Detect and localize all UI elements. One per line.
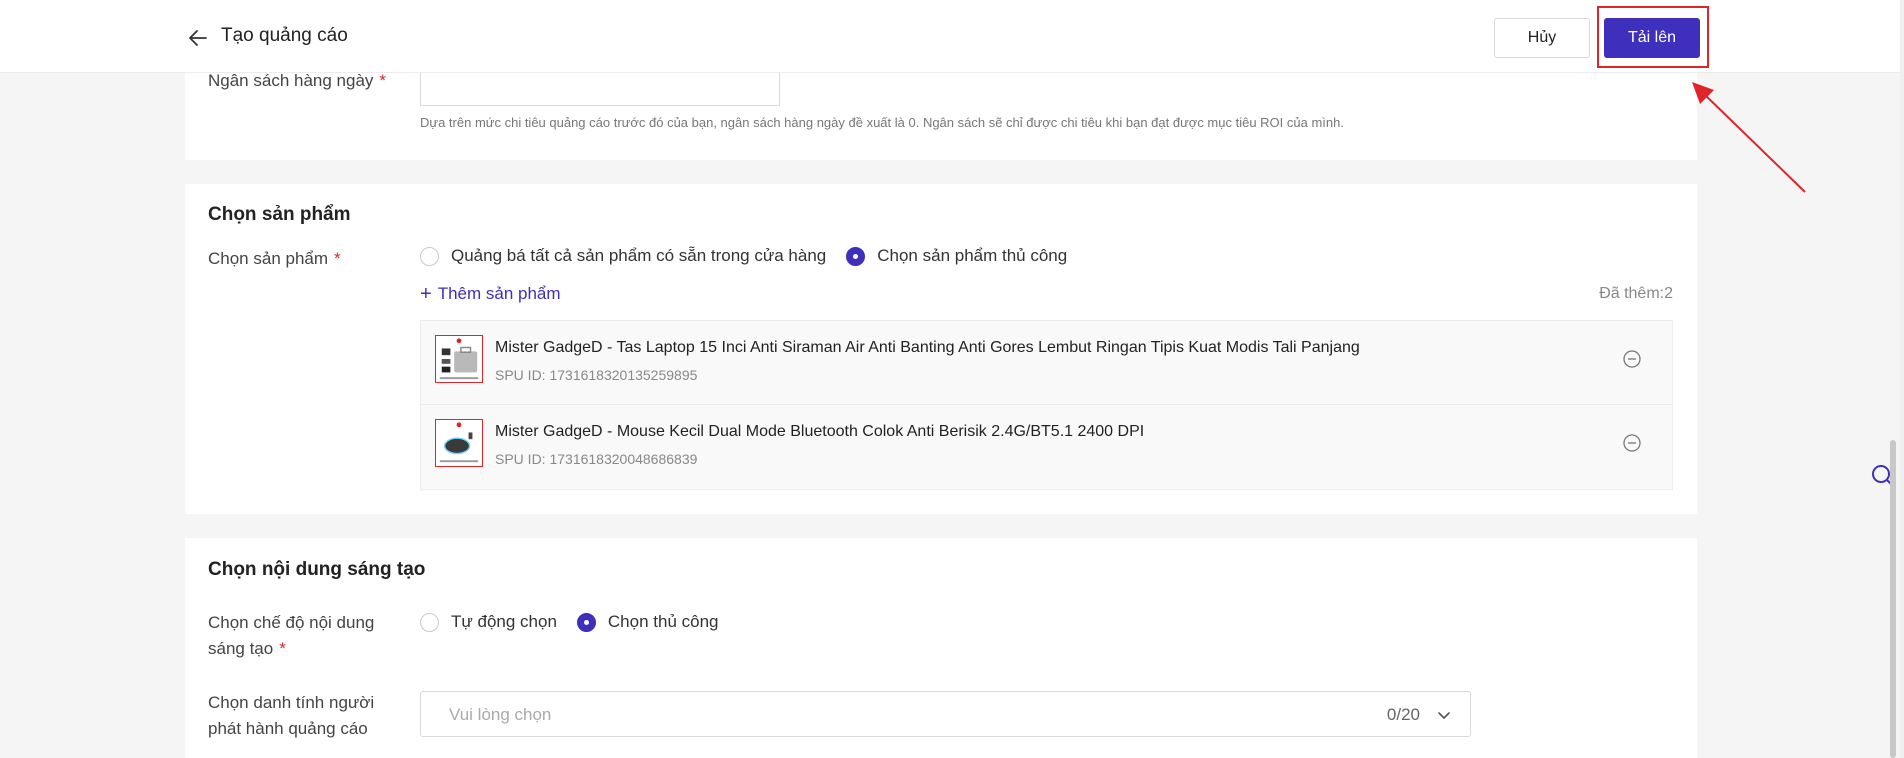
radio-auto-select[interactable]: Tự động chọn: [420, 612, 557, 632]
product-spu: SPU ID: 1731618320048686839: [495, 451, 698, 467]
radio-button[interactable]: [420, 246, 439, 266]
creative-card: Chọn nội dung sáng tạo Chọn chế độ nội d…: [185, 538, 1697, 758]
radio-label: Chọn sản phẩm thủ công: [877, 246, 1068, 265]
add-product-link[interactable]: + Thêm sản phẩm: [420, 284, 561, 304]
upload-highlight-box: [1597, 6, 1709, 68]
list-item: Mister GadgeD - Tas Laptop 15 Inci Anti …: [421, 321, 1672, 405]
plus-icon: +: [420, 282, 432, 305]
budget-label-text: Ngân sách hàng ngày: [208, 71, 374, 90]
radio-label: Quảng bá tất cả sản phẩm có sẵn trong cử…: [451, 246, 827, 265]
creative-section-title: Chọn nội dung sáng tạo: [208, 559, 426, 580]
mouse-thumbnail: [435, 419, 483, 467]
radio-manual-products[interactable]: Chọn sản phẩm thủ công: [846, 246, 1067, 266]
creative-mode-label-line2: sáng tạo: [208, 639, 274, 658]
chevron-down-icon: [1438, 712, 1450, 719]
product-name: Mister GadgeD - Tas Laptop 15 Inci Anti …: [495, 339, 1360, 356]
radio-label: Chọn thủ công: [607, 612, 719, 631]
identity-label-line1: Chọn danh tính người: [208, 693, 375, 712]
radio-label: Tự động chọn: [451, 612, 557, 631]
product-section-title: Chọn sản phẩm: [208, 204, 351, 225]
radio-button-checked[interactable]: [846, 246, 866, 266]
radio-manual-select[interactable]: Chọn thủ công: [576, 612, 719, 632]
select-placeholder: Vui lòng chọn: [449, 705, 552, 724]
publisher-identity-select[interactable]: Vui lòng chọn 0/20: [420, 691, 1471, 737]
radio-button-checked[interactable]: [576, 612, 596, 632]
remove-circle-icon[interactable]: [1622, 349, 1642, 369]
required-mark: *: [379, 71, 387, 90]
list-item: Mister GadgeD - Mouse Kecil Dual Mode Bl…: [421, 405, 1672, 489]
product-name: Mister GadgeD - Mouse Kecil Dual Mode Bl…: [495, 423, 1145, 440]
product-card: Chọn sản phẩm Chọn sản phẩm * Quảng bá tấ…: [185, 184, 1697, 514]
required-mark: *: [279, 639, 286, 658]
creative-mode-label-line1: Chọn chế độ nội dung: [208, 613, 375, 632]
product-spu: SPU ID: 1731618320135259895: [495, 367, 698, 383]
creative-mode-radio-group: Tự động chọn Chọn thủ công: [420, 612, 739, 632]
identity-label-line2: phát hành quảng cáo: [208, 719, 368, 738]
add-product-label: Thêm sản phẩm: [437, 284, 561, 303]
radio-button[interactable]: [420, 612, 439, 632]
scrollbar-track[interactable]: [1900, 0, 1904, 758]
budget-hint: Dựa trên mức chi tiêu quảng cáo trước đó…: [420, 115, 1344, 130]
page-title: Tạo quảng cáo: [221, 25, 348, 46]
select-count: 0/20: [1386, 705, 1420, 724]
publisher-identity-label: Chọn danh tính người phát hành quảng cáo: [208, 690, 374, 742]
scrollbar-thumb[interactable]: [1890, 440, 1896, 758]
cancel-button[interactable]: Hủy: [1494, 18, 1590, 58]
back-arrow-icon[interactable]: [186, 26, 210, 50]
radio-all-products[interactable]: Quảng bá tất cả sản phẩm có sẵn trong cử…: [420, 246, 826, 266]
product-mode-radio-group: Quảng bá tất cả sản phẩm có sẵn trong cử…: [420, 246, 1087, 266]
product-field-label-text: Chọn sản phẩm: [208, 249, 329, 268]
required-mark: *: [334, 249, 341, 268]
laptop-bag-thumbnail: [435, 335, 483, 383]
added-count: Đã thêm:2: [1599, 285, 1673, 302]
product-list: Mister GadgeD - Tas Laptop 15 Inci Anti …: [420, 320, 1673, 490]
creative-mode-label: Chọn chế độ nội dung sáng tạo *: [208, 610, 374, 662]
product-field-label: Chọn sản phẩm *: [208, 246, 341, 272]
budget-card: Ngân sách hàng ngày * Dựa trên mức chi ti…: [185, 60, 1697, 160]
annotation-arrow-icon: [1692, 82, 1806, 193]
remove-circle-icon[interactable]: [1622, 433, 1642, 453]
